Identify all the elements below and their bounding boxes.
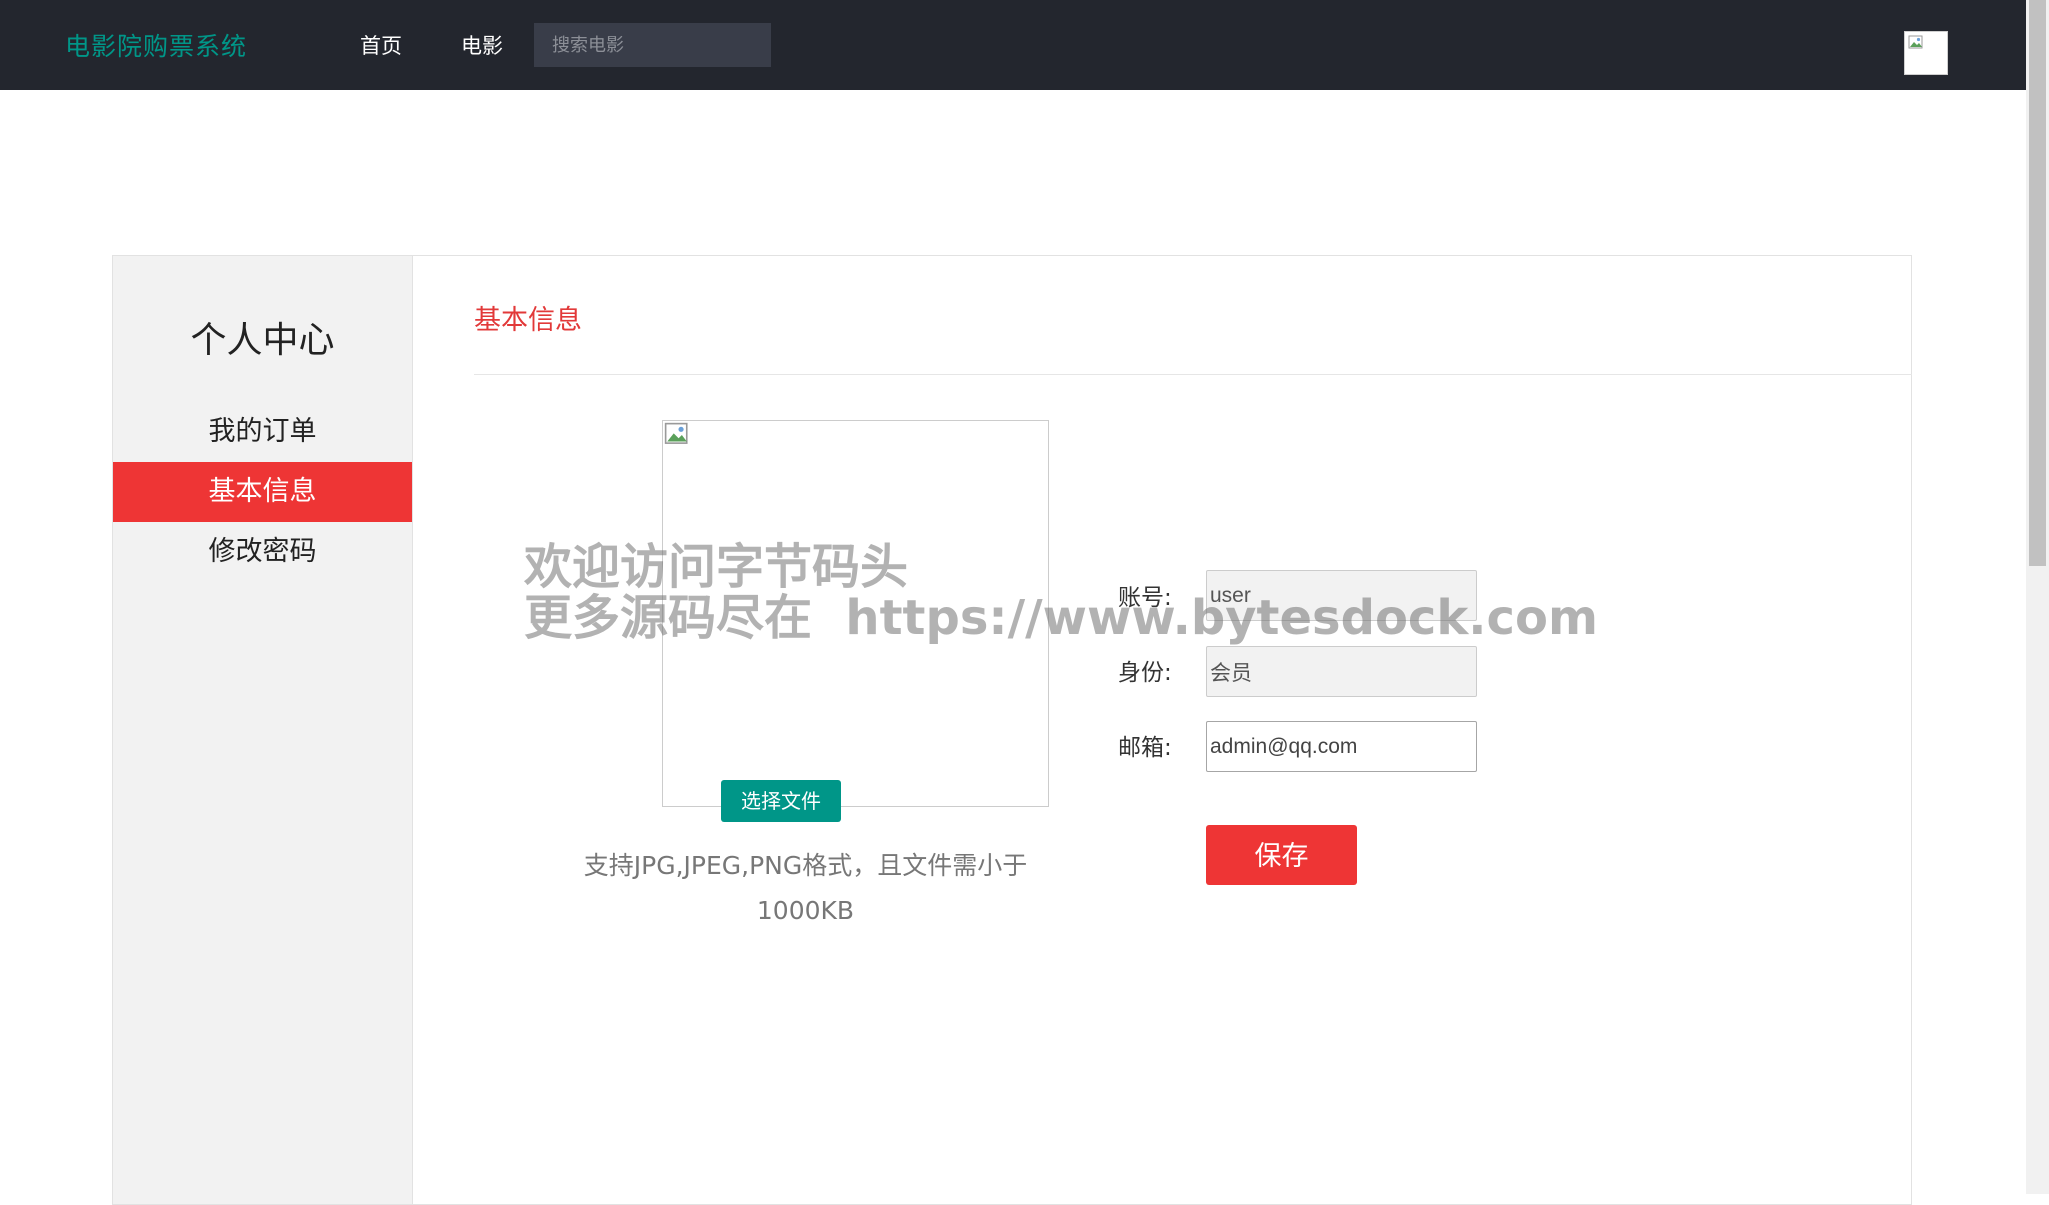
account-label: 账号:: [1118, 585, 1172, 611]
role-label: 身份:: [1118, 660, 1172, 686]
site-brand[interactable]: 电影院购票系统: [65, 27, 247, 63]
movie-search-input[interactable]: [534, 23, 771, 67]
page-scrollbar[interactable]: [2026, 0, 2049, 1194]
sidebar-item-orders[interactable]: 我的订单: [113, 402, 412, 462]
account-field[interactable]: [1206, 570, 1477, 621]
scrollbar-thumb[interactable]: [2029, 0, 2046, 566]
broken-image-icon: [664, 422, 688, 444]
profile-photo-preview: [662, 420, 1049, 807]
section-divider: [474, 374, 1912, 375]
sidebar: 个人中心 我的订单 基本信息 修改密码: [113, 256, 413, 1204]
email-field[interactable]: [1206, 721, 1477, 772]
broken-image-icon: [1908, 35, 1923, 49]
choose-file-button[interactable]: 选择文件: [721, 780, 841, 822]
upload-hint: 支持JPG,JPEG,PNG格式，且文件需小于1000KB: [583, 851, 1028, 925]
sidebar-item-basic-info[interactable]: 基本信息: [113, 462, 412, 522]
sidebar-title: 个人中心: [190, 320, 335, 361]
nav-home-link[interactable]: 首页: [360, 30, 402, 60]
save-button[interactable]: 保存: [1206, 825, 1357, 885]
nav-movies-link[interactable]: 电影: [461, 30, 503, 60]
email-label: 邮箱:: [1118, 735, 1172, 761]
section-title: 基本信息: [474, 305, 582, 336]
top-navbar: 电影院购票系统 首页 电影: [0, 0, 2026, 90]
user-avatar[interactable]: [1904, 31, 1948, 75]
role-field[interactable]: [1206, 646, 1477, 697]
user-center-card: 个人中心 我的订单 基本信息 修改密码 基本信息 选择文件 支持JPG,JPEG…: [112, 255, 1912, 1205]
sidebar-item-change-password[interactable]: 修改密码: [113, 522, 412, 582]
